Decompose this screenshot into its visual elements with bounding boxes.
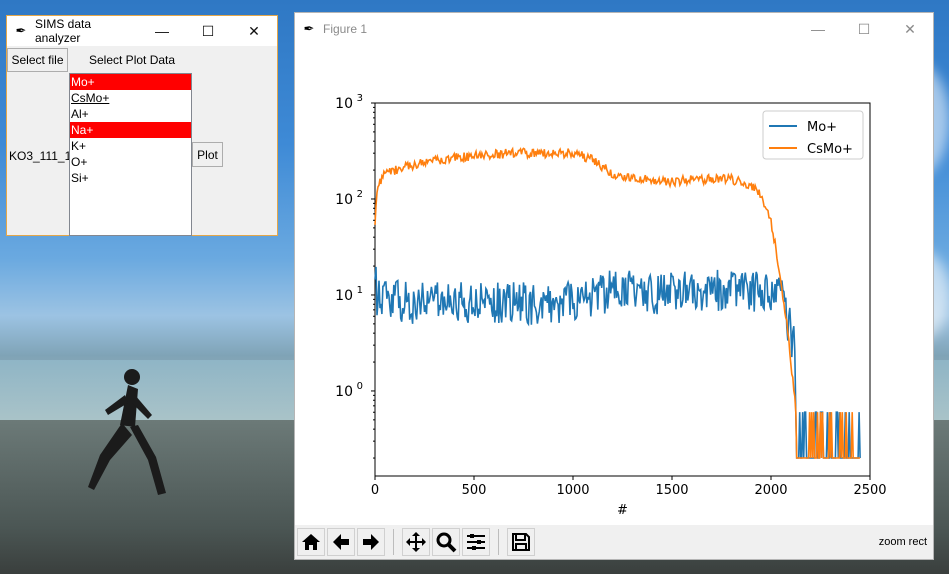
listbox-item[interactable]: Si+ [70,170,191,186]
close-icon[interactable]: ✕ [231,16,277,46]
toolbar-separator [393,529,394,555]
x-tick-label: 1000 [556,483,589,498]
minimize-icon[interactable]: — [795,14,841,44]
figure-window: ✒ Figure 1 — ☐ ✕ 0 500 1000 1500 2000 2500 #10… [294,12,934,560]
x-tick-label: 2000 [754,483,787,498]
listbox-item[interactable]: CsMo+ [70,90,191,106]
listbox-item-label: CsMo+ [71,91,110,105]
y-tick-exponent: 0 [357,381,363,392]
y-tick-exponent: 3 [357,93,363,104]
configure-subplots-icon[interactable] [462,528,490,556]
feather-icon: ✒ [303,21,315,36]
y-tick-label: 10 [335,96,353,112]
listbox-item-label: Mo+ [71,75,95,89]
figure-titlebar[interactable]: ✒ Figure 1 — ☐ ✕ [295,13,933,45]
y-tick-base: 10 [335,192,353,208]
forward-arrow-icon[interactable] [357,528,385,556]
series-line-moplus [374,266,861,459]
y-tick-label: 10 [335,192,353,208]
listbox-item[interactable]: Mo+ [70,74,191,90]
save-icon[interactable] [507,528,535,556]
x-tick-label: 1500 [655,483,688,498]
y-tick-base: 10 [335,288,353,304]
select-file-button[interactable]: Select file [7,48,68,72]
matplotlib-toolbar: zoom rect [295,525,933,559]
home-icon[interactable] [297,528,325,556]
legend-entry-label: CsMo+ [807,142,853,157]
x-tick-label: 2500 [853,483,886,498]
x-tick-label: 500 [462,483,487,498]
listbox-item-label: Si+ [71,171,89,185]
sims-analyzer-window: ✒ SIMS data analyzer — ☐ ✕ Select file S… [6,15,278,236]
select-plot-data-label: Select Plot Data [89,53,176,67]
y-tick-label: 10 [335,384,353,400]
listbox-item[interactable]: Na+ [70,122,191,138]
back-arrow-icon[interactable] [327,528,355,556]
listbox-item-label: K+ [71,139,87,153]
minimize-icon[interactable]: — [139,16,185,46]
zoom-icon[interactable] [432,528,460,556]
toolbar-status-message: zoom rect [878,536,927,548]
listbox-item-label: Al+ [71,107,89,121]
listbox-item-label: Na+ [71,123,94,137]
legend-entry-label: Mo+ [807,120,837,135]
y-tick-base: 10 [335,96,353,112]
listbox-item[interactable]: K+ [70,138,191,154]
y-tick-exponent: 2 [357,189,363,200]
close-icon[interactable]: ✕ [887,14,933,44]
x-tick-label: 0 [371,483,379,498]
toolbar-separator [498,529,499,555]
feather-icon: ✒ [15,23,27,38]
y-tick-label: 10 [335,288,353,304]
maximize-icon[interactable]: ☐ [185,16,231,46]
plot-button[interactable]: Plot [192,142,223,167]
tk-window-title: SIMS data analyzer [35,17,92,45]
plot-canvas[interactable]: 0 500 1000 1500 2000 2500 #10 0 10 1 10 2 10 3 Mo+ CsMo… [295,45,933,525]
listbox-item[interactable]: O+ [70,154,191,170]
y-tick-exponent: 1 [357,285,363,296]
tk-titlebar[interactable]: ✒ SIMS data analyzer — ☐ ✕ [7,16,277,46]
listbox-item[interactable]: Al+ [70,106,191,122]
y-tick-base: 10 [335,384,353,400]
x-axis-label: # [617,503,628,518]
figure-window-title: Figure 1 [323,22,368,36]
plot-data-listbox[interactable]: Mo+ CsMo+ Al+ Na+ K+ O+ Si+ [69,73,192,236]
file-name-label: KO3_111_1 [9,149,72,163]
runner-image [88,369,166,495]
maximize-icon[interactable]: ☐ [841,14,887,44]
pan-icon[interactable] [402,528,430,556]
listbox-item-label: O+ [71,155,88,169]
